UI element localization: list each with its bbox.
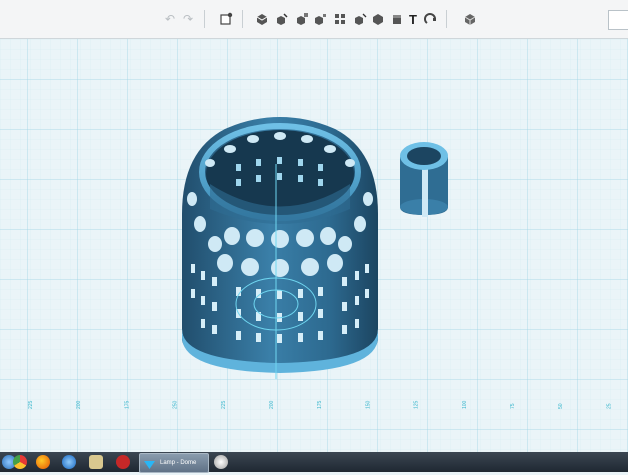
ruler-tick-label: 100 [462, 400, 468, 409]
ruler-tick-label: 75 [510, 403, 516, 409]
firefox-icon[interactable] [36, 455, 50, 469]
window-corner [608, 10, 628, 30]
align-icon[interactable] [312, 11, 328, 27]
makerbot-icon[interactable] [116, 455, 130, 469]
workplane[interactable]: 225 200 175 250 225 200 175 150 125 100 75 50 25 [0, 39, 628, 452]
view-cube-icon[interactable] [462, 11, 478, 27]
toolbar: ↶ ↷ T [0, 0, 628, 39]
toolbar-divider [446, 10, 447, 28]
ruler-tick-label: 50 [558, 403, 564, 409]
tube-slot [422, 169, 428, 217]
text-icon[interactable]: T [405, 11, 421, 27]
ruler-tick-label: 125 [414, 400, 420, 409]
tube-opening [407, 147, 441, 165]
network-icon[interactable] [62, 455, 76, 469]
ruler-tick-label: 175 [124, 400, 130, 409]
undo-icon[interactable]: ↶ [162, 11, 178, 27]
paint-icon[interactable] [370, 11, 386, 27]
adjust-icon[interactable] [254, 11, 270, 27]
duplicate-icon[interactable] [352, 11, 368, 27]
ruler-tick-label: 150 [365, 400, 371, 409]
paint-app-icon[interactable] [214, 455, 228, 469]
ruler-tick-label: 175 [317, 400, 323, 409]
toolbar-divider [242, 10, 243, 28]
import-shape-icon[interactable] [218, 11, 234, 27]
file-manager-icon[interactable] [89, 455, 103, 469]
ruler-tick-label: 225 [28, 400, 34, 409]
tinkercad-icon [144, 457, 155, 469]
tube-model[interactable] [400, 142, 448, 217]
active-window-label: Lamp - Dome [160, 460, 197, 466]
taskbar: Lamp - Dome [0, 452, 628, 473]
redo-icon[interactable]: ↷ [180, 11, 196, 27]
group-icon[interactable] [274, 11, 290, 27]
ruler-tick-label: 200 [269, 400, 275, 409]
toolbar-divider [204, 10, 205, 28]
ruler-tick-label: 225 [221, 400, 227, 409]
ungroup-icon[interactable] [294, 11, 310, 27]
mirror-icon[interactable] [332, 11, 348, 27]
active-window-button[interactable]: Lamp - Dome [139, 453, 209, 473]
chrome-icon[interactable] [13, 455, 27, 469]
dome-lamp-model[interactable] [182, 117, 378, 379]
cube-icon[interactable] [389, 11, 405, 27]
ruler-tick-label: 200 [76, 400, 82, 409]
ruler-tick-label: 25 [606, 403, 612, 409]
ruler-tick-label: 250 [173, 400, 179, 409]
measure-icon[interactable] [423, 11, 439, 27]
